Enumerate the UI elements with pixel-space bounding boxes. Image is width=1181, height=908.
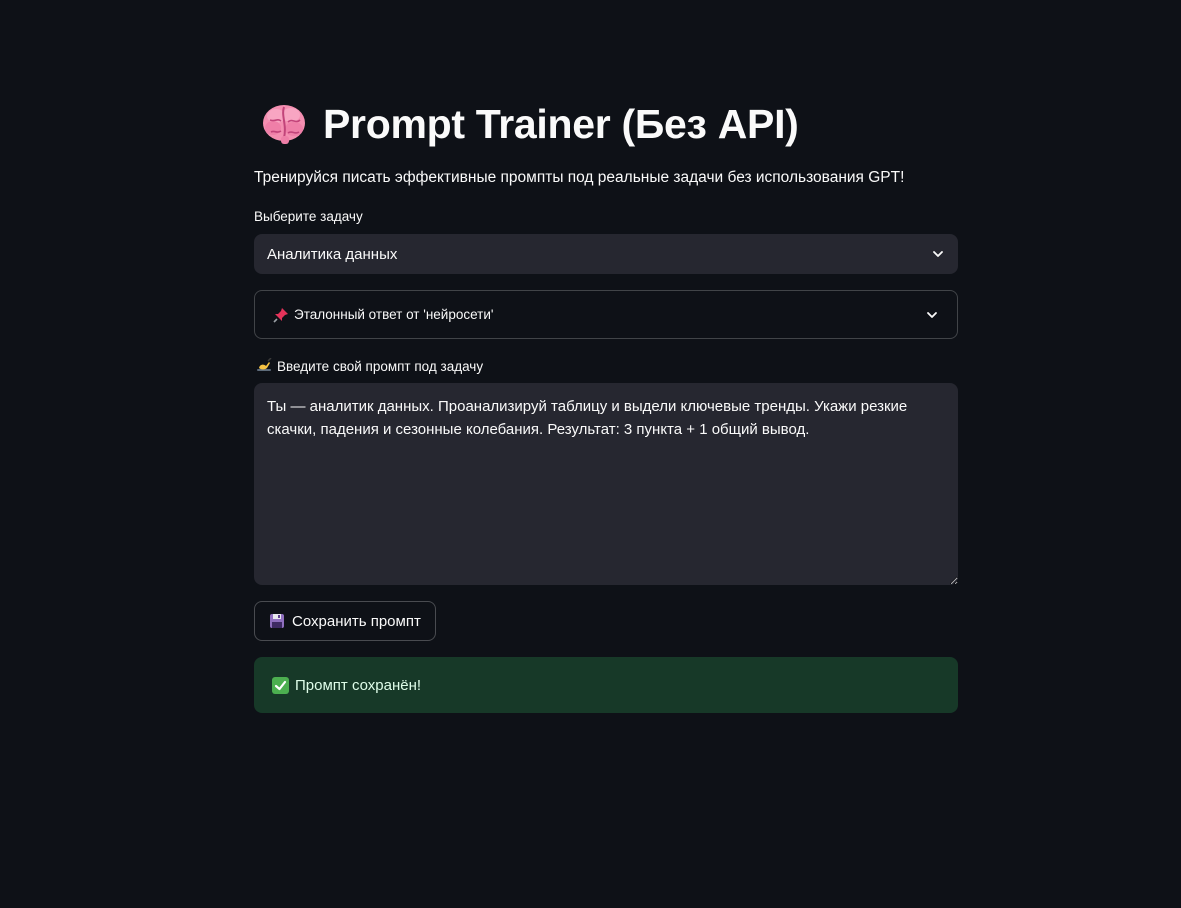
save-button-label: Сохранить промпт: [292, 612, 421, 630]
expander-header: Эталонный ответ от 'нейросети': [273, 307, 925, 323]
prompt-input-label-row: Введите свой промпт под задачу: [254, 357, 484, 374]
page-title-row: Prompt Trainer (Без API): [254, 96, 799, 152]
check-mark-icon: [272, 676, 289, 694]
task-select-value: Аналитика данных: [267, 245, 398, 263]
page-subtitle: Тренируйся писать эффективные промпты по…: [254, 169, 905, 186]
prompt-input-label: Введите свой промпт под задачу: [277, 358, 484, 374]
task-select-label: Выберите задачу: [254, 209, 363, 224]
save-prompt-button[interactable]: Сохранить промпт: [254, 601, 436, 641]
success-alert: Промпт сохранён!: [254, 657, 958, 713]
page-title: Prompt Trainer (Без API): [323, 100, 799, 147]
task-select[interactable]: Аналитика данных: [254, 234, 958, 274]
writing-hand-icon: [256, 357, 272, 374]
reference-answer-expander[interactable]: Эталонный ответ от 'нейросети': [254, 290, 958, 339]
brain-icon: [261, 102, 307, 146]
prompt-textarea[interactable]: Ты — аналитик данных. Проанализируй табл…: [254, 383, 958, 585]
floppy-disk-icon: [269, 613, 285, 629]
pushpin-icon: [273, 307, 289, 323]
chevron-down-icon: [931, 247, 945, 261]
chevron-down-icon: [925, 308, 939, 322]
success-message: Промпт сохранён!: [295, 676, 422, 694]
expander-label: Эталонный ответ от 'нейросети': [294, 307, 494, 322]
